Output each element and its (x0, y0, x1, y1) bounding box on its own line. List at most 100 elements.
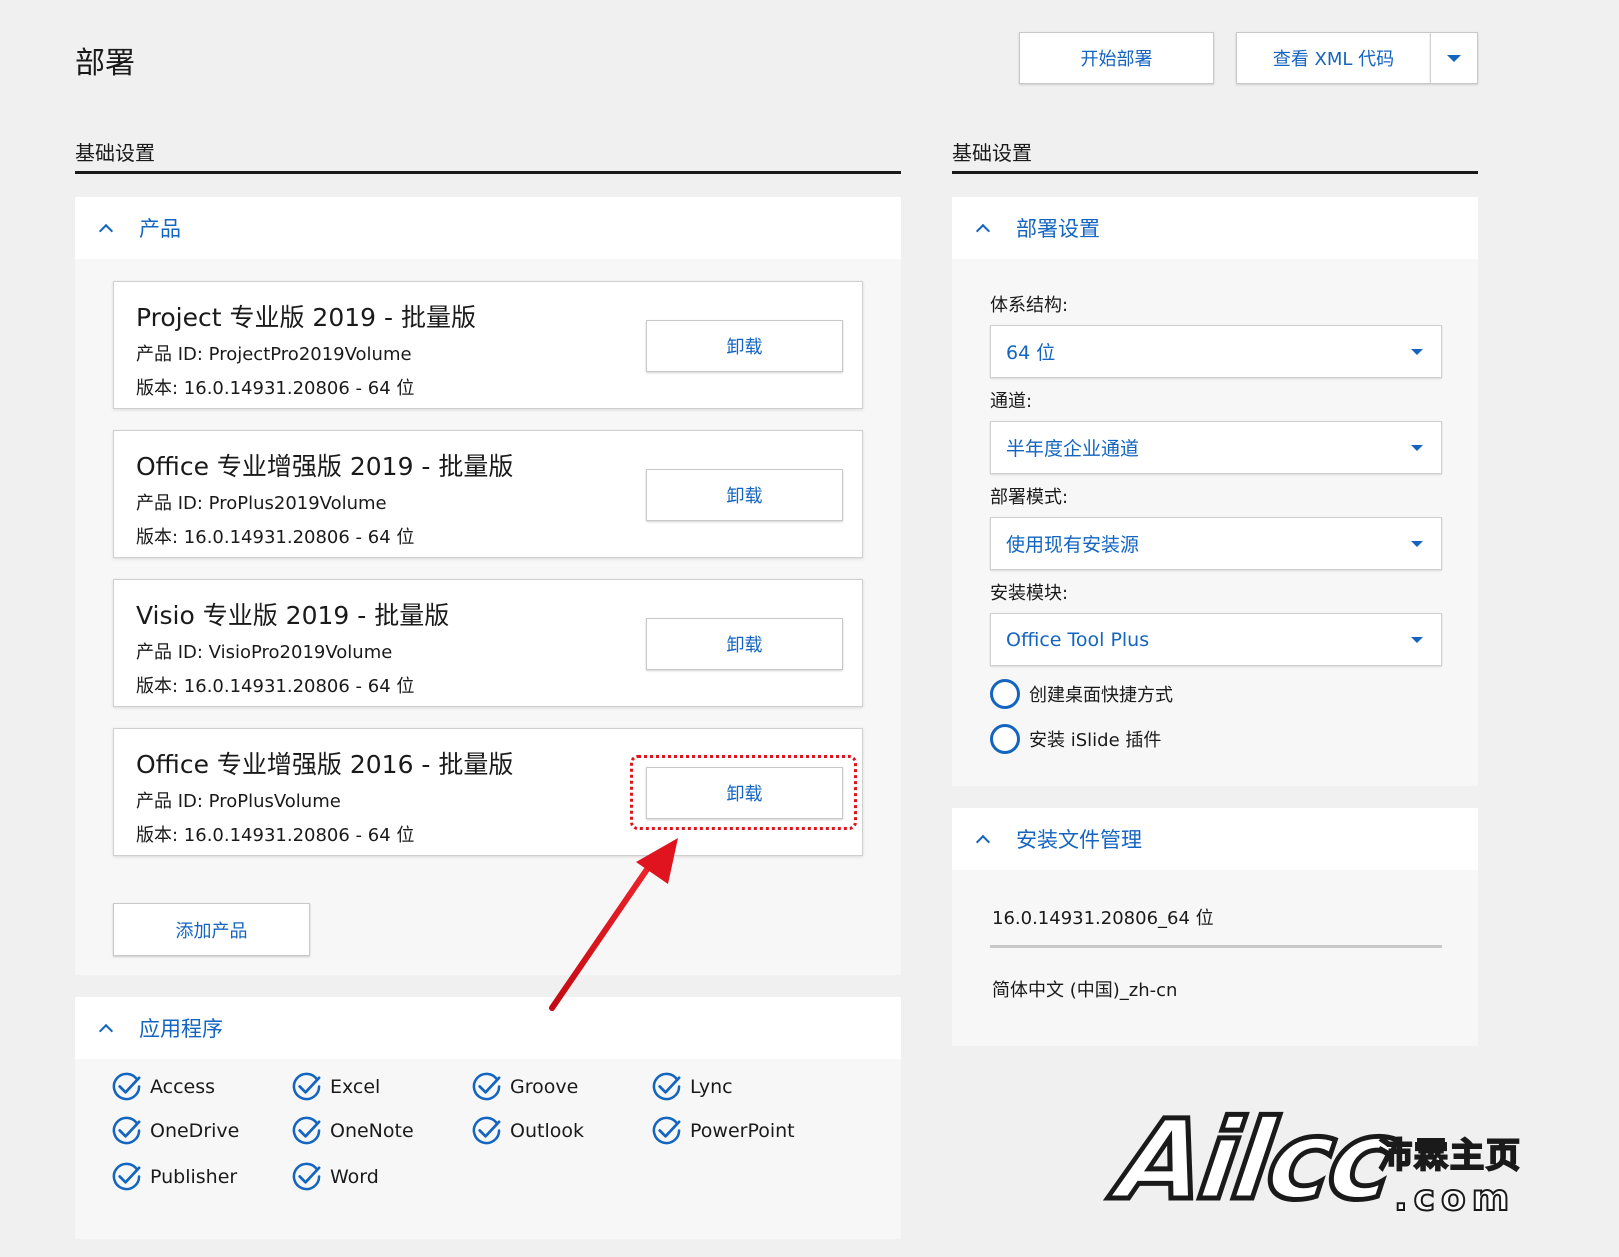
channel-label: 通道: (990, 391, 1033, 412)
chevron-down-icon (1411, 349, 1423, 355)
uninstall-button[interactable]: 卸载 (646, 320, 843, 372)
left-section-title: 基础设置 (75, 141, 155, 165)
check-circle-icon (112, 1116, 141, 1145)
app-label: Lync (690, 1075, 733, 1098)
check-circle-icon (652, 1116, 681, 1145)
watermark-subtitle: 沛霖主页 (1377, 1135, 1522, 1177)
install-islide-option[interactable]: 安装 iSlide 插件 (990, 724, 1161, 754)
install-module-label: 安装模块: (990, 583, 1069, 604)
check-circle-icon (112, 1162, 141, 1191)
file-version-entry[interactable]: 16.0.14931.20806_64 位 (992, 904, 1214, 930)
product-id: 产品 ID: VisioPro2019Volume (136, 642, 393, 663)
app-checkbox-publisher[interactable]: Publisher (111, 1161, 237, 1192)
app-label: Excel (330, 1075, 381, 1098)
chevron-up-icon (975, 834, 991, 850)
product-version: 版本: 16.0.14931.20806 - 64 位 (136, 676, 415, 697)
app-label: Outlook (510, 1119, 584, 1142)
product-version: 版本: 16.0.14931.20806 - 64 位 (136, 527, 415, 548)
check-circle-icon (112, 1072, 141, 1101)
chevron-up-icon (98, 1023, 114, 1039)
chevron-down-icon (1411, 541, 1423, 547)
app-checkbox-onedrive[interactable]: OneDrive (111, 1115, 239, 1146)
app-checkbox-groove[interactable]: Groove (471, 1071, 578, 1102)
watermark-logo: Ailcc (1109, 1094, 1403, 1227)
deploy-settings-panel-header[interactable]: 部署设置 (952, 197, 1478, 259)
install-files-panel-title: 安装文件管理 (1016, 828, 1142, 852)
app-label: Access (150, 1075, 216, 1098)
install-islide-label: 安装 iSlide 插件 (1029, 730, 1162, 751)
page-title: 部署 (75, 46, 135, 81)
channel-value: 半年度企业通道 (1006, 438, 1140, 460)
watermark-domain: .com (1393, 1177, 1516, 1220)
file-language-entry[interactable]: 简体中文 (中国)_zh-cn (992, 976, 1177, 1002)
left-section-divider (75, 171, 901, 174)
app-checkbox-onenote[interactable]: OneNote (291, 1115, 414, 1146)
chevron-down-icon (1411, 445, 1423, 451)
check-circle-icon (292, 1072, 321, 1101)
app-label: Groove (510, 1075, 579, 1098)
right-section-title: 基础设置 (952, 141, 1032, 165)
create-shortcut-label: 创建桌面快捷方式 (1029, 685, 1173, 706)
app-checkbox-excel[interactable]: Excel (291, 1071, 380, 1102)
product-card-visio-2019: Visio 专业版 2019 - 批量版 产品 ID: VisioPro2019… (113, 579, 863, 707)
check-circle-icon (472, 1116, 501, 1145)
install-module-value: Office Tool Plus (1006, 628, 1150, 651)
applications-panel-title: 应用程序 (139, 1017, 223, 1041)
product-id: 产品 ID: ProjectPro2019Volume (136, 344, 412, 365)
file-divider (990, 945, 1442, 948)
start-deploy-button[interactable]: 开始部署 (1019, 32, 1214, 84)
architecture-select[interactable]: 64 位 (990, 325, 1442, 378)
chevron-down-icon (1411, 637, 1423, 643)
product-name: Project 专业版 2019 - 批量版 (136, 303, 476, 332)
app-checkbox-outlook[interactable]: Outlook (471, 1115, 584, 1146)
highlight-annotation (630, 755, 857, 830)
check-circle-icon (292, 1162, 321, 1191)
right-section-divider (952, 171, 1478, 174)
products-panel: 产品 Project 专业版 2019 - 批量版 产品 ID: Project… (75, 197, 901, 975)
architecture-label: 体系结构: (990, 295, 1069, 316)
radio-circle-icon[interactable] (990, 679, 1020, 709)
app-checkbox-powerpoint[interactable]: PowerPoint (651, 1115, 795, 1146)
products-panel-header[interactable]: 产品 (75, 197, 901, 259)
install-module-select[interactable]: Office Tool Plus (990, 613, 1442, 666)
install-files-panel-header[interactable]: 安装文件管理 (952, 808, 1478, 870)
create-shortcut-option[interactable]: 创建桌面快捷方式 (990, 679, 1173, 709)
deploy-settings-panel: 部署设置 体系结构: 64 位 通道: 半年度企业通道 部署模式: 使用现有安装… (952, 197, 1478, 786)
app-label: OneDrive (150, 1119, 240, 1142)
add-product-button[interactable]: 添加产品 (113, 903, 310, 956)
product-name: Visio 专业版 2019 - 批量版 (136, 601, 450, 630)
radio-circle-icon[interactable] (990, 724, 1020, 754)
product-version: 版本: 16.0.14931.20806 - 64 位 (136, 825, 415, 846)
product-card-proplus-2019: Office 专业增强版 2019 - 批量版 产品 ID: ProPlus20… (113, 430, 863, 558)
app-label: PowerPoint (690, 1119, 795, 1142)
product-name: Office 专业增强版 2019 - 批量版 (136, 452, 514, 481)
app-checkbox-lync[interactable]: Lync (651, 1071, 733, 1102)
app-checkbox-word[interactable]: Word (291, 1161, 379, 1192)
products-panel-title: 产品 (139, 217, 181, 241)
chevron-down-icon (1447, 54, 1461, 62)
product-name: Office 专业增强版 2016 - 批量版 (136, 750, 514, 779)
deploy-mode-select[interactable]: 使用现有安装源 (990, 517, 1442, 570)
arrow-annotation-icon (549, 838, 678, 1011)
product-id: 产品 ID: ProPlusVolume (136, 791, 341, 812)
channel-select[interactable]: 半年度企业通道 (990, 421, 1442, 474)
xml-options-dropdown-button[interactable] (1430, 32, 1478, 84)
deploy-mode-value: 使用现有安装源 (1006, 534, 1140, 556)
deploy-mode-label: 部署模式: (990, 487, 1069, 508)
chevron-up-icon (98, 223, 114, 239)
check-circle-icon (292, 1116, 321, 1145)
product-id: 产品 ID: ProPlus2019Volume (136, 493, 387, 514)
app-label: Word (330, 1165, 379, 1188)
install-files-panel: 安装文件管理 16.0.14931.20806_64 位 简体中文 (中国)_z… (952, 808, 1478, 1046)
uninstall-button[interactable]: 卸载 (646, 469, 843, 521)
deploy-settings-panel-title: 部署设置 (1016, 217, 1100, 241)
app-label: OneNote (330, 1119, 414, 1142)
app-checkbox-access[interactable]: Access (111, 1071, 215, 1102)
applications-panel-header[interactable]: 应用程序 (75, 997, 901, 1059)
product-card-project-2019: Project 专业版 2019 - 批量版 产品 ID: ProjectPro… (113, 281, 863, 409)
chevron-up-icon (975, 223, 991, 239)
check-circle-icon (652, 1072, 681, 1101)
view-xml-button[interactable]: 查看 XML 代码 (1236, 32, 1430, 84)
product-version: 版本: 16.0.14931.20806 - 64 位 (136, 378, 415, 399)
uninstall-button[interactable]: 卸载 (646, 618, 843, 670)
